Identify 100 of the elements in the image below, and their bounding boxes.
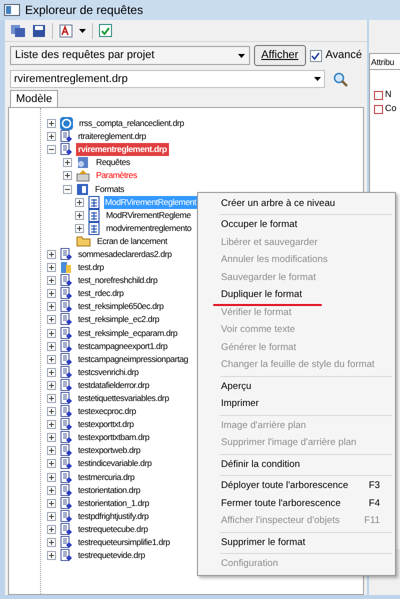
tree-item[interactable]: testorientation_1.drp: [76, 496, 152, 510]
expand-toggle[interactable]: [47, 354, 56, 364]
grid-document-icon: [88, 196, 100, 209]
tree-item[interactable]: test_reksimple650ec.drp: [76, 300, 166, 314]
tree-item[interactable]: test.drp: [76, 261, 106, 274]
tree-item[interactable]: testorientation.drp: [76, 484, 142, 497]
tree-item[interactable]: sommesadeclarerdas2.drp: [76, 248, 174, 261]
tree-item[interactable]: rtraitereglement.drp: [76, 130, 148, 144]
dropdown-arrow-icon[interactable]: [238, 54, 246, 58]
menu-item[interactable]: Imprimer: [221, 396, 392, 413]
window-title: Exploreur de requêtes: [25, 2, 144, 19]
tree-item[interactable]: modvirementreglemento: [104, 222, 194, 235]
expand-toggle[interactable]: [75, 210, 84, 220]
expand-toggle[interactable]: [47, 380, 56, 390]
tree-item[interactable]: rrss_compta_relanceclient.drp: [77, 117, 186, 130]
menu-item[interactable]: Aperçu: [221, 378, 392, 396]
expand-toggle[interactable]: [47, 472, 56, 482]
tree-item[interactable]: testrequeteursimplifie1.drp: [76, 536, 172, 550]
tree-item[interactable]: testpdfrightjustify.drp: [76, 510, 151, 523]
document-icon: [60, 457, 72, 470]
text-format-icon[interactable]: [59, 24, 73, 38]
tree-item[interactable]: testexportweb.drp: [76, 444, 142, 458]
tab[interactable]: Attribu: [369, 53, 400, 69]
tree-item[interactable]: rvirementreglement.drp: [76, 143, 169, 156]
search-icon[interactable]: [333, 72, 348, 86]
tree-item[interactable]: ModRVirementRegleme: [104, 208, 193, 222]
grid-document-icon: [88, 208, 100, 222]
expand-toggle[interactable]: [47, 132, 56, 142]
expand-toggle[interactable]: [47, 315, 56, 324]
expand-toggle[interactable]: [47, 394, 56, 404]
tree-item[interactable]: testrequetevide.drp: [76, 549, 147, 562]
expand-toggle[interactable]: [47, 368, 56, 377]
expand-toggle[interactable]: [47, 524, 56, 534]
tree-item[interactable]: Formats: [93, 182, 126, 196]
tree-item[interactable]: testdatafielderror.drp: [76, 378, 152, 392]
folder-tools-icon: [76, 169, 90, 182]
save-icon[interactable]: [32, 24, 46, 38]
tab[interactable]: Modèle: [10, 90, 58, 107]
menu-item[interactable]: Dupliquer le format: [221, 286, 392, 304]
tree-item[interactable]: testexecproc.drp: [76, 405, 138, 418]
document-icon: [60, 313, 72, 326]
tree-item[interactable]: test_rdec.drp: [76, 287, 126, 300]
expand-toggle[interactable]: [47, 250, 56, 259]
menu-item[interactable]: Fermer toute l'arborescence F4: [221, 495, 392, 512]
expand-toggle[interactable]: [47, 420, 56, 430]
expand-toggle[interactable]: [47, 486, 56, 495]
gear-document-icon: [76, 156, 90, 170]
expand-toggle[interactable]: [47, 302, 56, 312]
toolbar-checkbox[interactable]: [99, 24, 112, 37]
expand-toggle[interactable]: [47, 459, 56, 468]
search-field[interactable]: rvirementreglement.drp: [10, 70, 325, 88]
document-icon: [60, 326, 72, 340]
menu-item[interactable]: Occuper le format: [221, 216, 392, 234]
expand-toggle[interactable]: [47, 512, 56, 521]
expand-toggle[interactable]: [47, 498, 56, 508]
expand-toggle[interactable]: [47, 433, 56, 442]
tree-item[interactable]: testexporttxt.drp: [76, 418, 136, 432]
expand-toggle[interactable]: [47, 328, 56, 338]
tree-item[interactable]: test_reksimple_ec2.drp: [76, 313, 162, 326]
expand-toggle[interactable]: [47, 276, 56, 286]
document-icon: [60, 549, 72, 562]
expand-toggle[interactable]: [47, 119, 56, 128]
expand-toggle[interactable]: [63, 158, 72, 168]
tree-item[interactable]: Requêtes: [94, 156, 132, 170]
tree-item[interactable]: testcampagneexport1.drp: [76, 340, 170, 353]
collapse-toggle[interactable]: [63, 184, 72, 194]
expand-toggle[interactable]: [47, 342, 56, 351]
tree-item[interactable]: testmercuria.drp: [76, 470, 136, 484]
document-icon: [60, 522, 72, 536]
tree-item[interactable]: testcampagneimpressionpartag: [76, 352, 190, 366]
tree-item[interactable]: testetiquettesvariables.drp: [76, 392, 171, 406]
expand-toggle[interactable]: [75, 198, 84, 207]
expand-toggle[interactable]: [47, 538, 56, 548]
expand-toggle[interactable]: [47, 551, 56, 560]
menu-item[interactable]: Créer un arbre à ce niveau: [221, 195, 392, 212]
menu-item[interactable]: Définir la condition: [221, 456, 392, 474]
folder-icon: [76, 235, 91, 248]
display-button[interactable]: Afficher: [254, 45, 306, 66]
tree-item[interactable]: testrequetecube.drp: [76, 522, 150, 536]
expand-toggle[interactable]: [47, 407, 56, 416]
dropdown-arrow-icon[interactable]: [314, 77, 321, 81]
expand-toggle[interactable]: [63, 171, 72, 180]
query-list-dropdown[interactable]: Liste des requêtes par projet: [10, 46, 250, 65]
menu-item[interactable]: Supprimer le format: [221, 534, 392, 552]
expand-toggle[interactable]: [47, 289, 56, 298]
advanced-checkbox[interactable]: [310, 50, 322, 62]
tree-item[interactable]: testcsvenrichi.drp: [76, 366, 141, 379]
expand-toggle[interactable]: [75, 224, 84, 233]
tree-item[interactable]: testindicevariable.drp: [76, 457, 154, 470]
tree-item[interactable]: Paramètres: [94, 169, 139, 182]
menu-item[interactable]: Déployer toute l'arborescence F3: [221, 478, 392, 495]
collapse-toggle[interactable]: [47, 145, 56, 154]
tree-item[interactable]: test_reksimple_ecparam.drp: [76, 326, 180, 340]
copy-icon[interactable]: [10, 24, 26, 38]
dropdown-arrow-icon[interactable]: [79, 28, 86, 32]
expand-toggle[interactable]: [47, 446, 56, 456]
expand-toggle[interactable]: [47, 263, 56, 272]
tree-item[interactable]: Ecran de lancement: [95, 234, 170, 248]
tree-item[interactable]: testexporttxtbam.drp: [76, 431, 152, 444]
tree-item[interactable]: test_norefreshchild.drp: [76, 274, 160, 288]
